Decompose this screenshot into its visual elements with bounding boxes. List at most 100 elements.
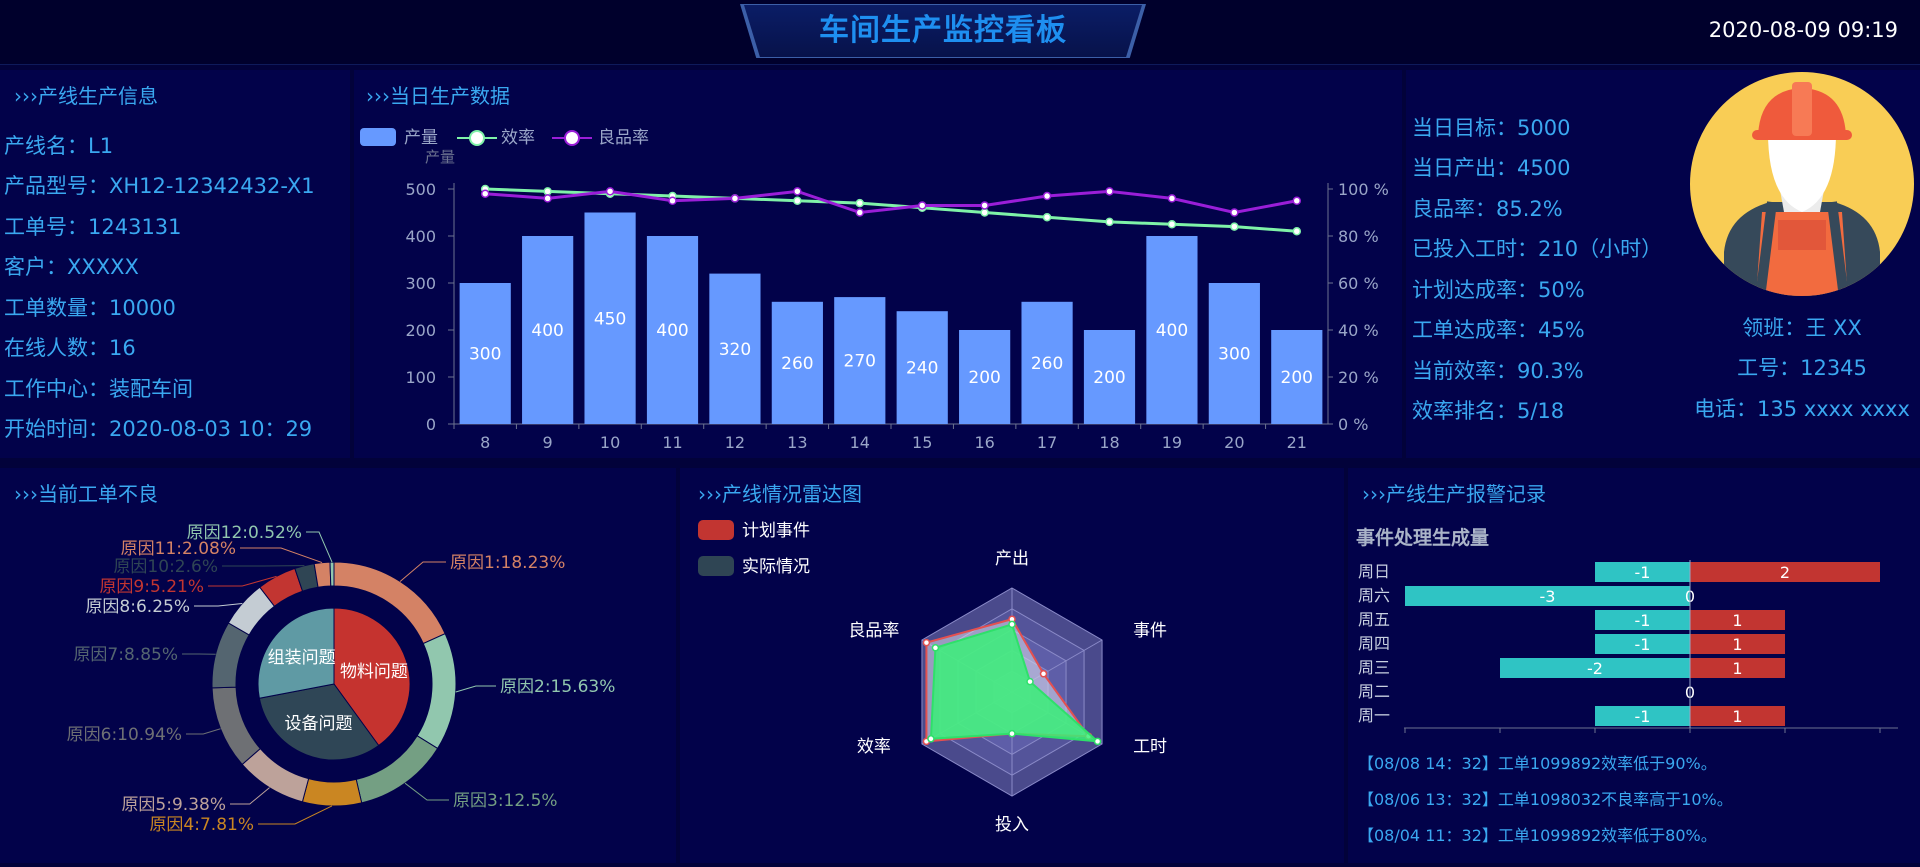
radar-indicator-label: 事件 <box>1133 621 1167 641</box>
y-axis-label: 产量 <box>425 148 455 166</box>
y-right-tick: 100 % <box>1338 180 1389 199</box>
radar-point[interactable] <box>931 644 940 652</box>
radar-point[interactable] <box>1026 677 1034 686</box>
yield-point[interactable] <box>980 201 989 210</box>
radar-indicator-label: 效率 <box>857 737 891 757</box>
yield-point[interactable] <box>1042 191 1052 201</box>
pie-label: 原因6:10.94% <box>67 725 182 745</box>
work-center: 工作中心：装配车间 <box>4 377 193 401</box>
outer-slice[interactable] <box>329 561 335 587</box>
kpi-rank: 效率排名：5/18 <box>1412 399 1565 423</box>
efficiency-point[interactable] <box>1167 220 1177 229</box>
yield-point[interactable] <box>1292 196 1302 205</box>
start-time: 开始时间：2020-08-03 10：29 <box>4 417 313 441</box>
alarm-log-1[interactable]: 【08/08 14：32】工单1099892效率低于90%。 <box>1358 750 1717 774</box>
yield-point[interactable] <box>917 201 927 210</box>
event-positive-label: 1 <box>1732 611 1742 630</box>
outer-slice[interactable] <box>241 747 310 803</box>
pie-label-line <box>258 805 333 825</box>
inner-slice-label: 物料问题 <box>340 662 408 682</box>
y-left-tick: 0 <box>426 415 436 434</box>
outer-slice[interactable] <box>301 778 363 807</box>
efficiency-point[interactable] <box>1230 222 1239 231</box>
pie-label-line <box>186 728 221 735</box>
alarm-title: ›››产线生产报警记录 <box>1362 482 1546 506</box>
radar-legend[interactable]: 计划事件 实际情况 <box>698 520 810 577</box>
legend-efficiency[interactable]: 效率 <box>501 128 535 148</box>
radar-point[interactable] <box>1008 729 1016 738</box>
efficiency-point[interactable] <box>980 208 989 217</box>
bar-value-label: 400 <box>531 321 563 341</box>
yield-point[interactable] <box>730 194 740 203</box>
x-tick-label: 11 <box>662 433 682 452</box>
kpi-plan-rate: 计划达成率：50% <box>1412 278 1585 302</box>
efficiency-point[interactable] <box>793 196 802 205</box>
customer: 客户：XXXXX <box>4 255 139 279</box>
pie-label-line <box>399 561 446 582</box>
yield-point[interactable] <box>855 208 865 217</box>
daily-legend[interactable]: 产量 效率 良品率 <box>360 128 649 148</box>
yield-point[interactable] <box>793 187 802 196</box>
efficiency-point[interactable] <box>1105 217 1114 227</box>
outer-slice[interactable] <box>211 622 250 689</box>
efficiency-point[interactable] <box>1292 227 1302 236</box>
event-negative-label: -1 <box>1635 611 1651 630</box>
legend-yield[interactable]: 良品率 <box>598 128 649 148</box>
yield-point[interactable] <box>668 196 677 205</box>
y-right-tick: 80 % <box>1338 227 1379 246</box>
yield-point[interactable] <box>1105 187 1114 196</box>
y-right-tick: 0 % <box>1338 415 1368 434</box>
x-tick-label: 8 <box>480 433 490 452</box>
radar-point[interactable] <box>927 735 935 743</box>
radar-chart: 计划事件 实际情况 产出事件工时投入 效率 良品率 <box>698 520 1167 835</box>
x-tick-label: 13 <box>787 433 807 452</box>
product-model: 产品型号：XH12-12342432-X1 <box>4 174 315 198</box>
event-bar-chart: 事件处理生成量 周一 -1 1周二 0周三 -2 1周四 -1 1周五 -1 1周六 -3 0周日 -1… <box>1356 526 1898 733</box>
x-tick-label: 15 <box>912 433 932 452</box>
bar-value-label: 270 <box>844 352 876 372</box>
legend-plan-swatch <box>698 520 734 540</box>
efficiency-point[interactable] <box>1042 212 1052 222</box>
inner-slice-label: 设备问题 <box>285 714 353 734</box>
y-right-tick: 60 % <box>1338 274 1379 293</box>
bar-value-label: 200 <box>1281 368 1313 388</box>
inner-slice-label: 组装问题 <box>268 648 336 668</box>
legend-output[interactable]: 产量 <box>404 128 438 148</box>
legend-actual-swatch <box>698 556 734 576</box>
alarm-log-3[interactable]: 【08/04 11：32】工单1099892效率低于80%。 <box>1358 822 1717 846</box>
event-negative-label: -2 <box>1587 659 1603 678</box>
pie-label: 原因12:0.52% <box>187 523 302 543</box>
yield-point[interactable] <box>605 187 615 196</box>
pie-label-line <box>455 685 496 693</box>
legend-actual[interactable]: 实际情况 <box>742 557 810 577</box>
event-positive-label: 1 <box>1732 635 1742 654</box>
kpi-order-rate: 工单达成率：45% <box>1412 318 1585 342</box>
event-positive-label: 1 <box>1732 659 1742 678</box>
outer-slice[interactable] <box>211 686 261 766</box>
x-tick-label: 9 <box>543 433 553 452</box>
worker-avatar <box>1690 72 1914 296</box>
bar-value-label: 240 <box>906 359 938 379</box>
event-category-label: 周一 <box>1358 706 1390 725</box>
yield-point[interactable] <box>1230 208 1239 217</box>
radar-plot: 产出事件工时投入 效率 良品率 <box>848 549 1167 835</box>
daily-title: ›››当日生产数据 <box>366 84 510 108</box>
yield-point[interactable] <box>543 194 552 203</box>
alarm-log-2[interactable]: 【08/06 13：32】工单1098032不良率高于10%。 <box>1358 786 1733 810</box>
radar-point[interactable] <box>1039 670 1048 678</box>
x-tick-label: 21 <box>1287 433 1307 452</box>
radar-point[interactable] <box>922 638 931 647</box>
pie-label: 原因8:6.25% <box>85 597 190 617</box>
defects-title: ›››当前工单不良 <box>14 482 158 506</box>
yield-point[interactable] <box>1167 194 1177 203</box>
radar-point[interactable] <box>1008 620 1016 629</box>
legend-plan[interactable]: 计划事件 <box>742 521 810 541</box>
efficiency-point[interactable] <box>543 187 552 196</box>
efficiency-point[interactable] <box>855 198 865 208</box>
event-negative-label: -1 <box>1635 563 1651 582</box>
yield-point[interactable] <box>480 189 490 198</box>
radar-point[interactable] <box>1093 737 1102 746</box>
y-right-tick: 20 % <box>1338 368 1379 387</box>
outer-slice[interactable] <box>416 632 457 750</box>
bar-value-label: 300 <box>469 345 501 365</box>
